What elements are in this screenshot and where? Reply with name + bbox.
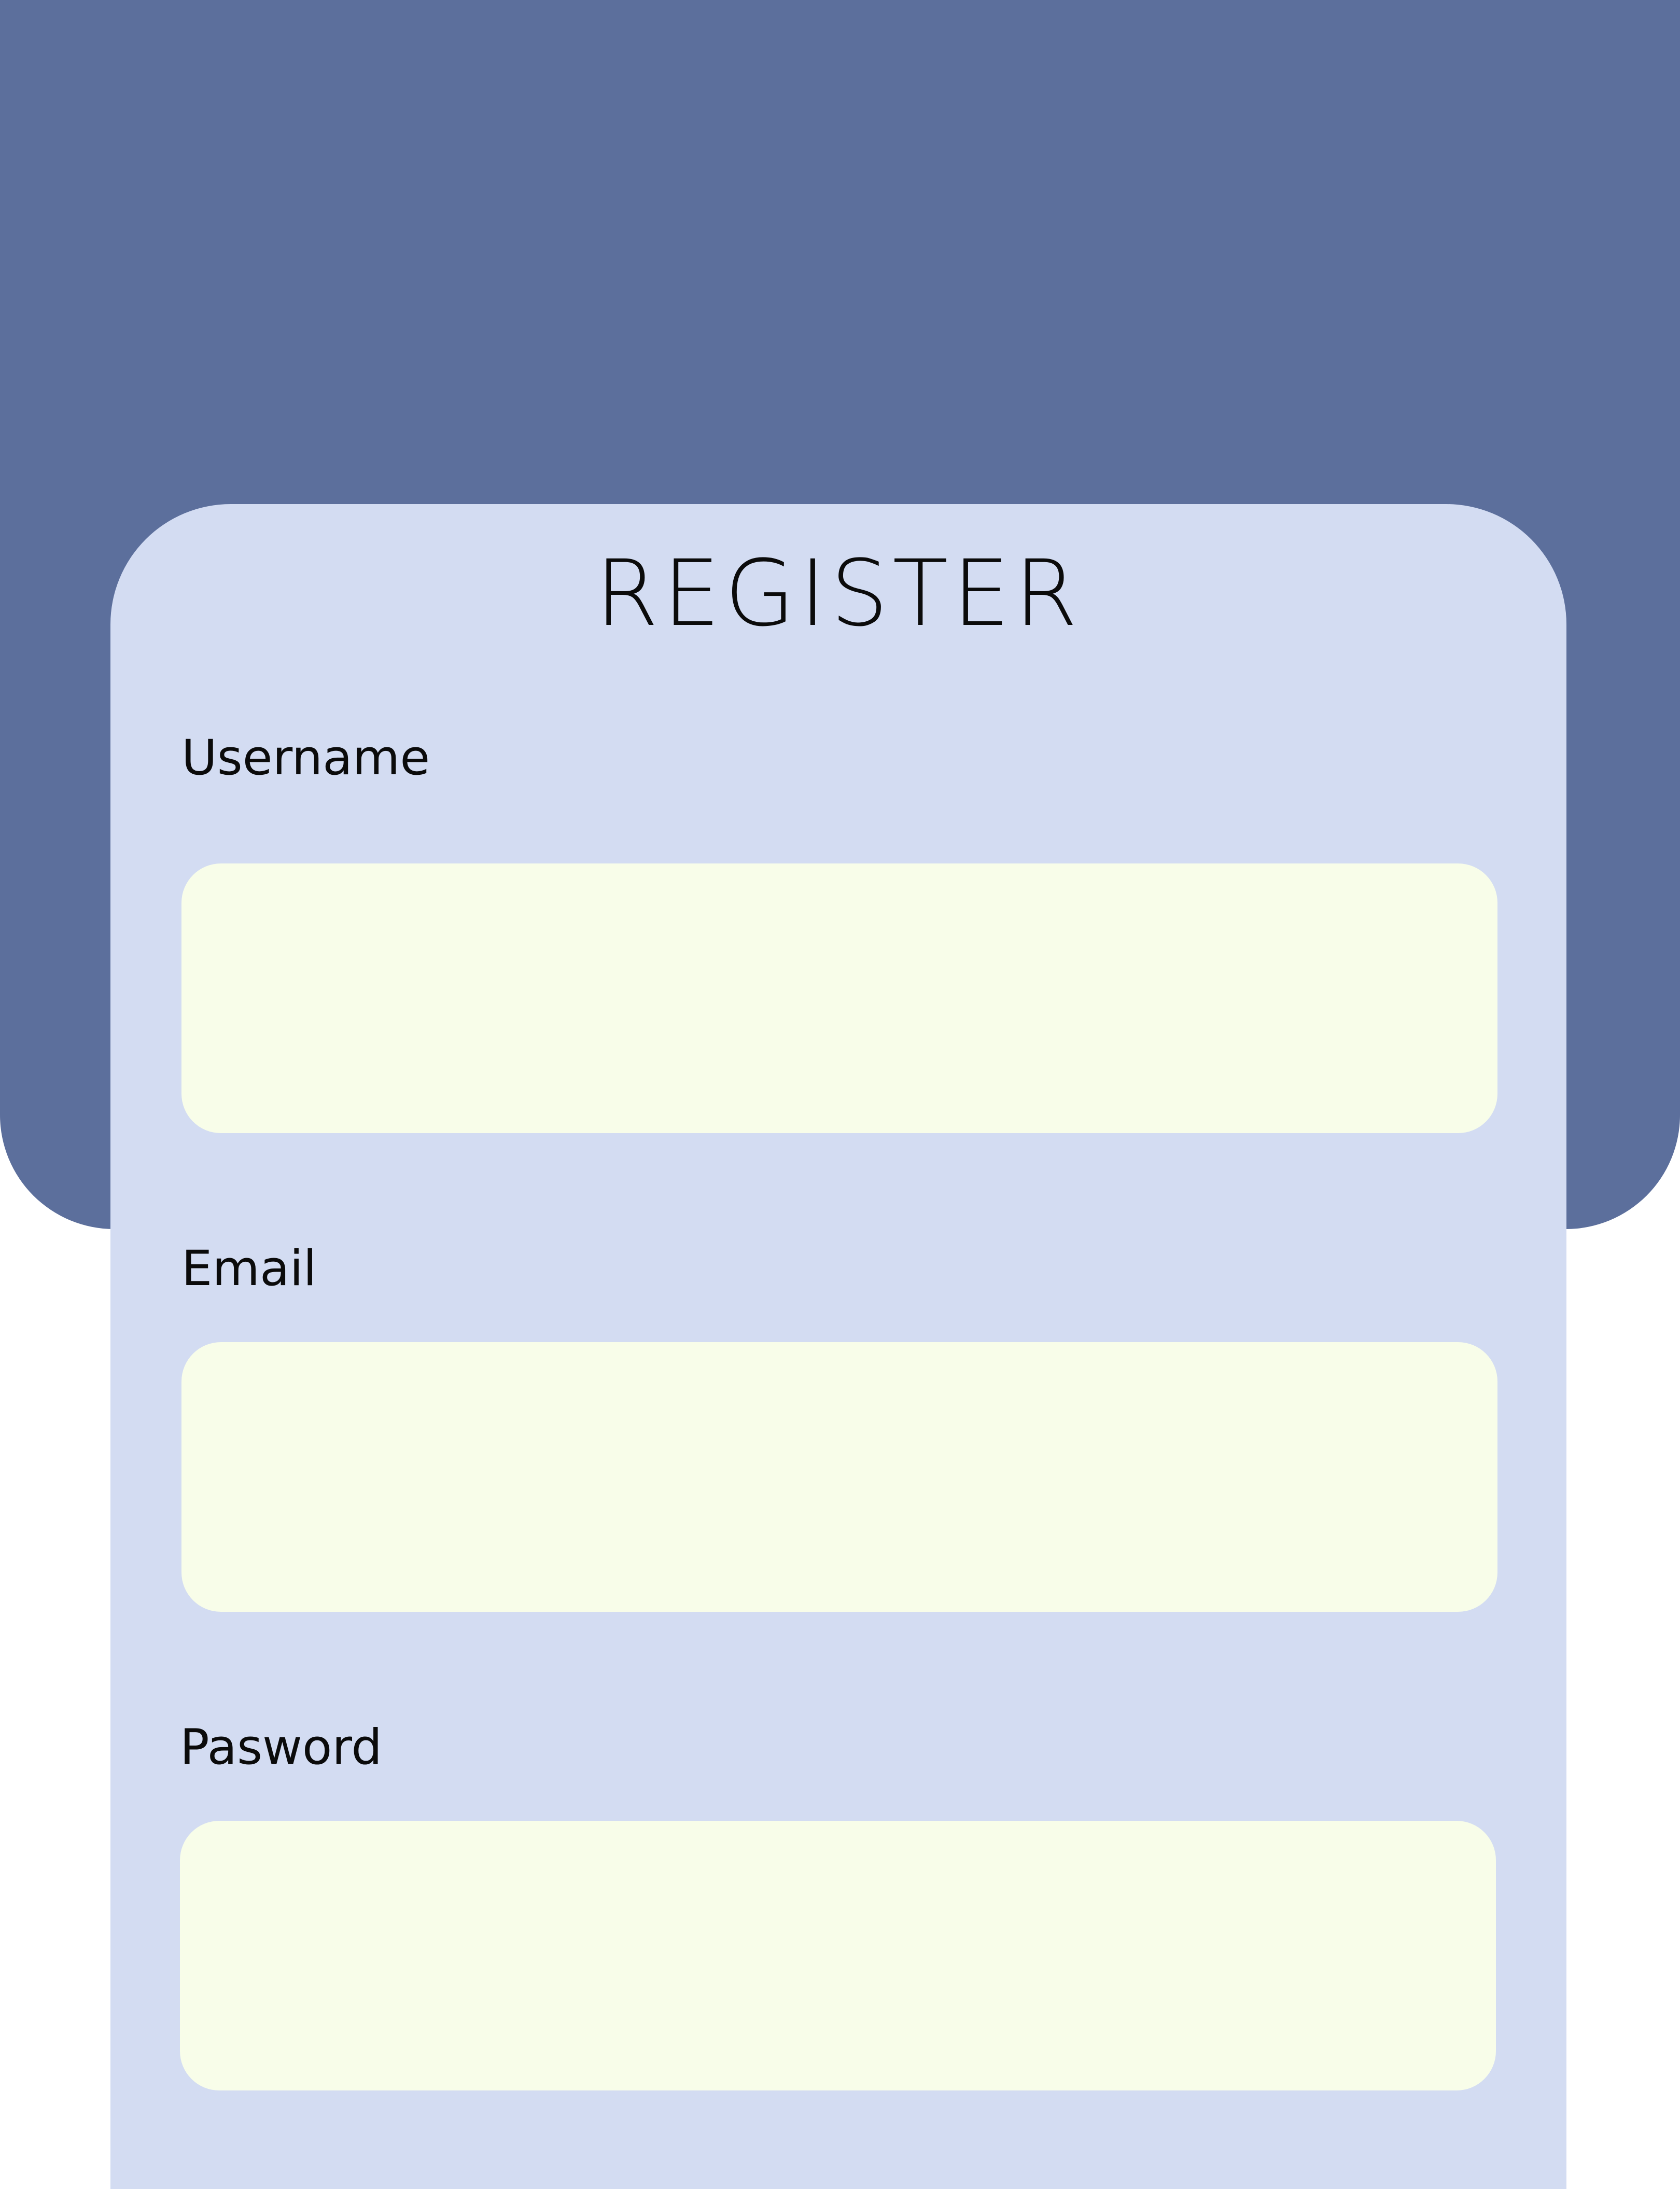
password-label: Pasword [180, 1719, 383, 1776]
username-label: Username [181, 730, 430, 786]
email-field[interactable] [181, 1342, 1497, 1612]
register-card: REGISTER Username Email Pasword [110, 504, 1566, 2189]
email-label: Email [181, 1240, 317, 1297]
page-title: REGISTER [595, 540, 1082, 647]
password-field[interactable] [180, 1821, 1496, 2090]
username-field[interactable] [181, 863, 1497, 1133]
